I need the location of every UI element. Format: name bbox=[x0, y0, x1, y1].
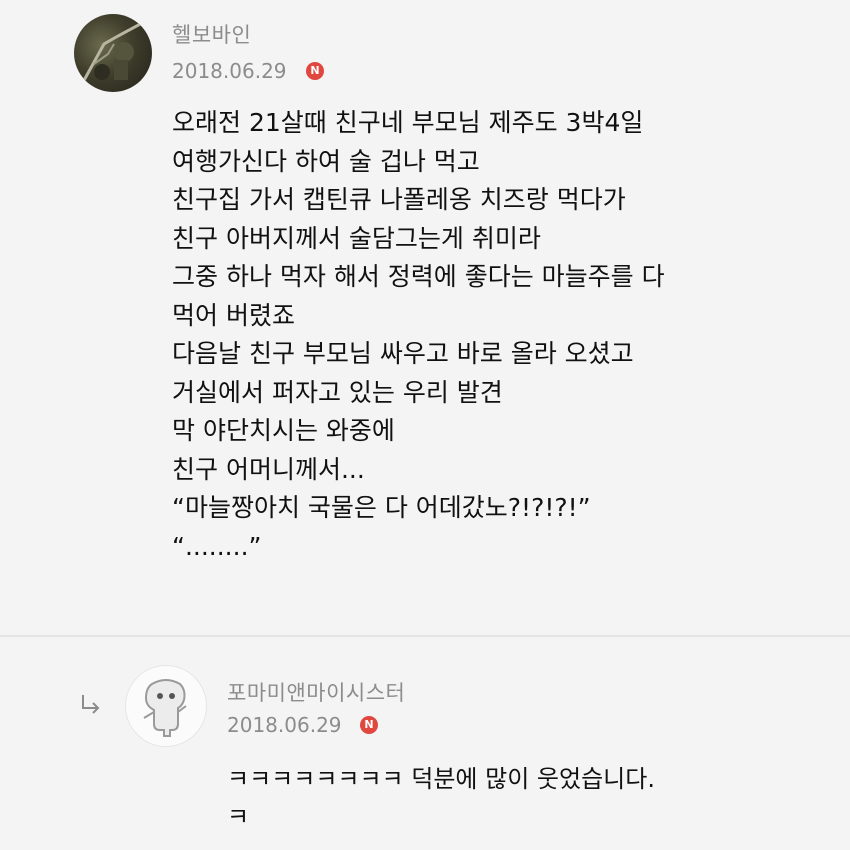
comment-line: 친구 아버지께서 술담그는게 취미라 bbox=[172, 223, 541, 253]
comment-item: 헬보바인 2018.06.29 N 오래전 21살때 친구네 부모님 제주도 3… bbox=[0, 0, 850, 635]
new-badge-icon: N bbox=[360, 716, 378, 734]
comment-line: 막 야단치시는 와중에 bbox=[172, 416, 395, 445]
reply-date: 2018.06.29 bbox=[227, 713, 342, 737]
comment-line: 여행가신다 하여 술 겁나 먹고 bbox=[172, 146, 480, 176]
comment-line: 오래전 21살때 친구네 부모님 제주도 3박4일 bbox=[172, 108, 644, 137]
comment-line: 그중 하나 먹자 해서 정력에 좋다는 마늘주를 다 bbox=[172, 262, 665, 291]
comment-line: 친구 어머니께서... bbox=[172, 454, 365, 484]
comment-line: 먹어 버렸죠 bbox=[172, 300, 295, 330]
avatar[interactable] bbox=[125, 665, 207, 747]
reply-line: ㅋ bbox=[227, 803, 250, 831]
character-avatar-icon bbox=[143, 679, 187, 737]
reply-line: ㅋㅋㅋㅋㅋㅋㅋㅋ 덕분에 많이 웃었습니다. bbox=[227, 765, 655, 793]
avatar[interactable] bbox=[74, 14, 152, 92]
reply-body: ㅋㅋㅋㅋㅋㅋㅋㅋ 덕분에 많이 웃었습니다. ㅋ bbox=[227, 760, 827, 836]
comment-line: “마늘짱아치 국물은 다 어데갔노?!?!?!” bbox=[172, 493, 591, 522]
comment-line: 거실에서 퍼자고 있는 우리 발견 bbox=[172, 377, 503, 407]
reply-arrow-icon bbox=[82, 695, 100, 714]
comment-line: “........” bbox=[172, 531, 262, 561]
reply-author[interactable]: 포마미앤마이시스터 bbox=[227, 677, 405, 707]
avatar-image bbox=[80, 20, 145, 85]
new-badge-icon: N bbox=[306, 62, 324, 80]
comment-line: 친구집 가서 캡틴큐 나폴레옹 치즈랑 먹다가 bbox=[172, 185, 626, 214]
comment-line: 다음날 친구 부모님 싸우고 바로 올라 오셨고 bbox=[172, 339, 634, 368]
comment-thread: 헬보바인 2018.06.29 N 오래전 21살때 친구네 부모님 제주도 3… bbox=[0, 0, 850, 850]
comment-author[interactable]: 헬보바인 bbox=[172, 19, 251, 49]
comment-body: 오래전 21살때 친구네 부모님 제주도 3박4일 여행가신다 하여 술 겁나 … bbox=[172, 104, 832, 566]
comment-date: 2018.06.29 bbox=[172, 59, 287, 83]
